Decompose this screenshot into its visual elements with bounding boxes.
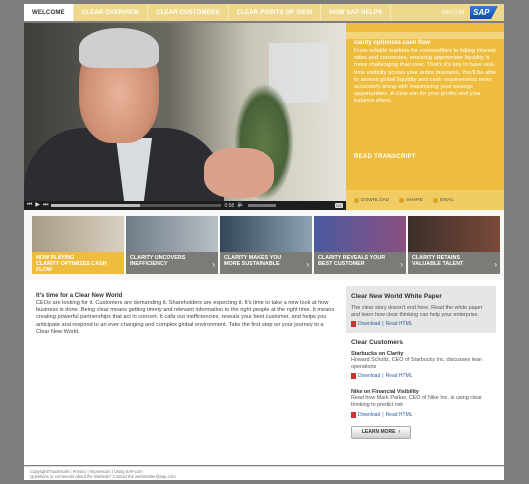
side-panel-title: clarity optimizes cash flow [354,40,431,46]
thumb-talent[interactable]: CLARITY RETAINS VALUABLE TALENT › [408,216,500,274]
video-hair [79,28,159,68]
chevron-right-icon: › [494,260,497,269]
customer-read-link[interactable]: Read HTML [386,373,413,379]
volume-icon[interactable]: 🔈 [237,201,244,210]
footer: Copyright/Trademark | Privacy | Impressu… [24,466,504,480]
customer-item-nike: Nike on Financial Visibility Read how Ma… [351,389,491,418]
customer-item-links: Download | Read HTML [351,373,491,380]
chevron-right-icon: › [398,429,401,436]
customer-item-links: Download | Read HTML [351,411,491,418]
progress-fill [51,204,140,207]
thumb-inefficiency[interactable]: CLARITY UNCOVERS INEFFICIENCY › [126,216,218,274]
time-readout: 0:58 [224,202,235,209]
right-column: Clear New World White Paper The clear st… [346,286,496,439]
tab-how-sap-helps[interactable]: HOW SAP HELPS [321,4,392,21]
pdf-icon [351,321,356,328]
top-nav: WELCOME CLEAR OVERVIEW CLEAR CUSTOMERS C… [24,4,504,21]
intro-title: It's time for a Clear New World [36,293,123,299]
tab-clear-points-of-view[interactable]: CLEAR POINTS OF VIEW [229,4,322,21]
download-icon [354,197,359,203]
email-action[interactable]: EMAIL [432,197,455,203]
video-thumbnails: NOW PLAYING CLARITY OPTIMIZES CASH FLOW C… [24,210,504,280]
download-action[interactable]: DOWNLOAD [354,197,390,203]
customers-title: Clear Customers [351,339,404,347]
learn-more-button[interactable]: LEARN MORE › [351,425,411,439]
video-hand [204,148,274,198]
sap-logo[interactable]: SAP [470,6,498,19]
footer-contact[interactable]: Questions or comments about the Website?… [30,474,498,479]
pdf-icon [351,411,356,418]
main-content: It's time for a Clear New World CEOs are… [24,280,504,465]
email-label: EMAIL [439,197,455,203]
download-label: DOWNLOAD [361,197,390,203]
thumb-cash-flow[interactable]: NOW PLAYING CLARITY OPTIMIZES CASH FLOW [32,216,124,274]
rewind-icon[interactable]: ⏮ [27,201,32,210]
thumb-caption: CLARITY MAKES YOU MORE SUSTAINABLE [220,252,312,274]
closed-captions-button[interactable]: CC [335,203,343,208]
white-paper-links: Download | Read HTML [351,321,491,328]
sap-com-link[interactable]: SAP.COM [442,10,464,16]
tab-welcome[interactable]: WELCOME [24,4,74,21]
side-panel-body: From volatile markets for commodities to… [354,48,496,105]
customer-item-starbucks: Starbucks on Clarity Howard Schultz, CEO… [351,351,491,380]
thumb-image [408,216,500,252]
thumb-image [126,216,218,252]
thumb-best-customer[interactable]: CLARITY REVEALS YOUR BEST CUSTOMER › [314,216,406,274]
white-paper-download-link[interactable]: Download [358,321,380,327]
volume-slider[interactable] [247,204,276,207]
progress-bar[interactable] [51,204,222,207]
chevron-right-icon: › [400,260,403,269]
customer-download-link[interactable]: Download [358,412,380,418]
white-paper-body: The clear story doesn't end here. Read t… [351,305,483,318]
side-panel: clarity optimizes cash flow From volatil… [346,32,504,210]
share-label: SHARE [406,197,423,203]
white-paper-box: Clear New World White Paper The clear st… [346,286,496,334]
thumb-caption: NOW PLAYING CLARITY OPTIMIZES CASH FLOW [32,252,124,274]
share-action[interactable]: SHARE [399,197,423,203]
read-transcript-link[interactable]: READ TRANSCRIPT [354,154,416,160]
play-icon[interactable]: ▶ [35,201,40,210]
chevron-right-icon: › [306,260,309,269]
intro-section: It's time for a Clear New World CEOs are… [36,293,336,336]
thumb-image [314,216,406,252]
thumb-image [32,216,124,252]
side-panel-tab [346,23,504,32]
thumb-caption: CLARITY UNCOVERS INEFFICIENCY [126,252,218,274]
customer-item-body: Howard Schultz, CEO of Starbucks Inc. di… [351,357,482,370]
page: WELCOME CLEAR OVERVIEW CLEAR CUSTOMERS C… [0,0,529,484]
thumb-caption: CLARITY REVEALS YOUR BEST CUSTOMER [314,252,406,274]
pdf-icon [351,373,356,380]
thumb-image [220,216,312,252]
customer-read-link[interactable]: Read HTML [386,412,413,418]
customers-section: Clear Customers Starbucks on Clarity How… [346,339,496,439]
thumb-label: CLARITY MAKES YOU MORE SUSTAINABLE [224,255,282,267]
thumb-label: CLARITY REVEALS YOUR BEST CUSTOMER [318,255,386,267]
thumb-caption: CLARITY RETAINS VALUABLE TALENT [408,252,500,274]
thumb-label: CLARITY OPTIMIZES CASH FLOW [36,261,107,273]
thumb-sustainable[interactable]: CLARITY MAKES YOU MORE SUSTAINABLE › [220,216,312,274]
intro-body: CEOs are looking for it. Customers are d… [36,300,335,335]
white-paper-read-link[interactable]: Read HTML [386,321,413,327]
side-panel-header [346,32,504,39]
video-player[interactable] [24,23,346,201]
email-icon [432,197,438,203]
chevron-right-icon: › [212,260,215,269]
forward-icon[interactable]: ⏭ [43,201,48,210]
thumb-label: CLARITY RETAINS VALUABLE TALENT [412,255,464,267]
player-controls: ⏮ ▶ ⏭ 0:58 🔈 CC [24,201,346,210]
share-icon [399,197,405,203]
learn-more-label: LEARN MORE [361,429,396,436]
white-paper-title: Clear New World White Paper [351,293,442,300]
tab-clear-customers[interactable]: CLEAR CUSTOMERS [148,4,229,21]
tab-clear-overview[interactable]: CLEAR OVERVIEW [74,4,149,21]
customer-item-body: Read how Mark Parker, CEO of Nike Inc. i… [351,395,482,408]
side-actions-bar: DOWNLOAD SHARE EMAIL [346,190,504,210]
customer-download-link[interactable]: Download [358,373,380,379]
thumb-label: CLARITY UNCOVERS INEFFICIENCY [130,255,186,267]
